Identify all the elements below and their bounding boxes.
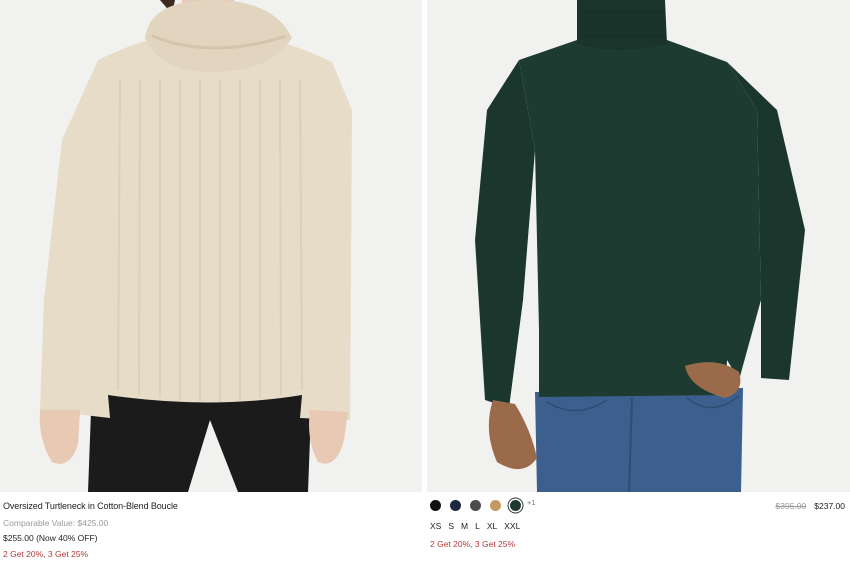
sale-price: $237.00 bbox=[814, 501, 845, 511]
product-title[interactable]: Oversized Turtleneck in Cotton-Blend Bou… bbox=[3, 501, 422, 511]
swatch-charcoal[interactable] bbox=[470, 500, 481, 511]
color-swatches: +1 bbox=[430, 498, 536, 511]
size-l[interactable]: L bbox=[475, 521, 480, 531]
comparable-value: Comparable Value: $425.00 bbox=[3, 518, 109, 528]
size-m[interactable]: M bbox=[461, 521, 468, 531]
price-block: $395.00 $237.00 bbox=[776, 501, 845, 511]
swatch-green[interactable] bbox=[510, 500, 521, 511]
size-xxl[interactable]: XXL bbox=[504, 521, 520, 531]
swatch-camel[interactable] bbox=[490, 500, 501, 511]
product-image-green-sweater[interactable] bbox=[427, 0, 850, 492]
size-xl[interactable]: XL bbox=[487, 521, 497, 531]
promo-text: 2 Get 20%, 3 Get 25% bbox=[3, 549, 89, 559]
product-card-oversized-turtleneck[interactable]: Oversized Turtleneck in Cotton-Blend Bou… bbox=[0, 0, 422, 559]
more-colors-count[interactable]: +1 bbox=[527, 498, 536, 507]
product-image-beige-sweater[interactable] bbox=[0, 0, 422, 492]
size-s[interactable]: S bbox=[448, 521, 454, 531]
swatch-black[interactable] bbox=[430, 500, 441, 511]
sale-price: $255.00 (Now 40% OFF) bbox=[3, 533, 98, 543]
size-xs[interactable]: XS bbox=[430, 521, 441, 531]
size-options: XS S M L XL XXL bbox=[430, 521, 520, 531]
green-turtleneck-sweater-photo bbox=[427, 0, 850, 492]
original-price: $395.00 bbox=[775, 501, 807, 511]
beige-turtleneck-sweater-photo bbox=[0, 0, 422, 492]
product-card-green-turtleneck[interactable]: +1 $395.00 $237.00 XS S M L XL XXL 2 Get… bbox=[427, 0, 850, 549]
promo-text: 2 Get 20%, 3 Get 25% bbox=[430, 539, 516, 549]
swatch-navy[interactable] bbox=[450, 500, 461, 511]
